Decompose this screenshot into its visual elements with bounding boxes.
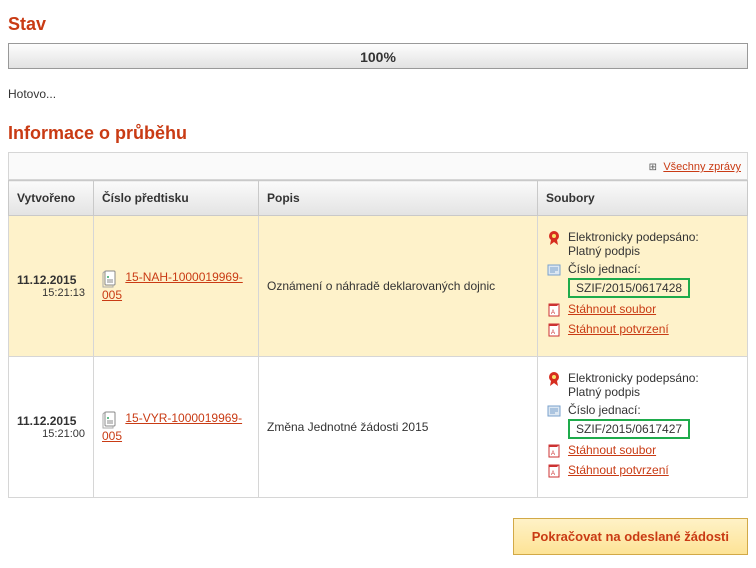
cell-number: 15-NAH-1000019969-005 bbox=[94, 216, 259, 357]
time-value: 15:21:00 bbox=[17, 428, 85, 440]
cell-files: Elektronicky podepsáno: Platný podpis Čí… bbox=[538, 216, 748, 357]
progress-bar: 100% bbox=[8, 43, 748, 69]
signed-status: Platný podpis bbox=[568, 385, 640, 399]
signed-status: Platný podpis bbox=[568, 244, 640, 258]
progress-label: 100% bbox=[9, 44, 747, 70]
pretisk-link[interactable]: 15-NAH-1000019969-005 bbox=[102, 270, 243, 302]
col-created: Vytvořeno bbox=[9, 181, 94, 216]
document-icon bbox=[102, 411, 118, 429]
document-icon bbox=[102, 270, 118, 288]
cell-created: 11.12.2015 15:21:13 bbox=[9, 216, 94, 357]
cell-number: 15-VYR-1000019969-005 bbox=[94, 357, 259, 498]
prubeh-heading: Informace o průběhu bbox=[8, 123, 748, 144]
continue-button[interactable]: Pokračovat na odeslané žádosti bbox=[513, 518, 748, 555]
download-confirm-link[interactable]: Stáhnout potvrzení bbox=[568, 463, 669, 477]
expand-icon: ⊞ bbox=[649, 162, 657, 173]
svg-text:A: A bbox=[551, 471, 555, 477]
pretisk-link[interactable]: 15-VYR-1000019969-005 bbox=[102, 411, 242, 443]
stav-heading: Stav bbox=[8, 14, 748, 35]
all-messages-link[interactable]: Všechny zprávy bbox=[663, 161, 741, 173]
svg-text:A: A bbox=[551, 310, 555, 316]
ref-value: SZIF/2015/0617428 bbox=[568, 278, 690, 298]
col-files: Soubory bbox=[538, 181, 748, 216]
signature-ribbon-icon bbox=[546, 230, 564, 246]
all-messages-bar: ⊞ Všechny zprávy bbox=[8, 152, 748, 180]
date-value: 11.12.2015 bbox=[17, 414, 76, 428]
pdf-icon: A bbox=[546, 322, 564, 338]
status-text: Hotovo... bbox=[8, 87, 748, 101]
table-row: 11.12.2015 15:21:13 15-NAH-1000019969-00… bbox=[9, 216, 748, 357]
process-table: Vytvořeno Číslo předtisku Popis Soubory … bbox=[8, 180, 748, 498]
table-header-row: Vytvořeno Číslo předtisku Popis Soubory bbox=[9, 181, 748, 216]
reference-icon bbox=[546, 262, 564, 278]
signed-block: Elektronicky podepsáno: Platný podpis bbox=[568, 230, 739, 258]
reference-icon bbox=[546, 403, 564, 419]
signed-label: Elektronicky podepsáno: bbox=[568, 371, 699, 385]
download-file-link[interactable]: Stáhnout soubor bbox=[568, 302, 656, 316]
cell-desc: Oznámení o náhradě deklarovaných dojnic bbox=[259, 216, 538, 357]
pdf-icon: A bbox=[546, 443, 564, 459]
cell-desc: Změna Jednotné žádosti 2015 bbox=[259, 357, 538, 498]
signed-label: Elektronicky podepsáno: bbox=[568, 230, 699, 244]
pdf-icon: A bbox=[546, 463, 564, 479]
download-confirm-link[interactable]: Stáhnout potvrzení bbox=[568, 322, 669, 336]
cell-created: 11.12.2015 15:21:00 bbox=[9, 357, 94, 498]
time-value: 15:21:13 bbox=[17, 287, 85, 299]
pdf-icon: A bbox=[546, 302, 564, 318]
signature-ribbon-icon bbox=[546, 371, 564, 387]
cell-files: Elektronicky podepsáno: Platný podpis Čí… bbox=[538, 357, 748, 498]
date-value: 11.12.2015 bbox=[17, 273, 76, 287]
table-row: 11.12.2015 15:21:00 15-VYR-1000019969-00… bbox=[9, 357, 748, 498]
ref-block: Číslo jednací: SZIF/2015/0617428 bbox=[568, 262, 739, 298]
svg-text:A: A bbox=[551, 330, 555, 336]
ref-label: Číslo jednací: bbox=[568, 262, 641, 276]
ref-label: Číslo jednací: bbox=[568, 403, 641, 417]
ref-value: SZIF/2015/0617427 bbox=[568, 419, 690, 439]
col-number: Číslo předtisku bbox=[94, 181, 259, 216]
ref-block: Číslo jednací: SZIF/2015/0617427 bbox=[568, 403, 739, 439]
download-file-link[interactable]: Stáhnout soubor bbox=[568, 443, 656, 457]
signed-block: Elektronicky podepsáno: Platný podpis bbox=[568, 371, 739, 399]
col-desc: Popis bbox=[259, 181, 538, 216]
svg-text:A: A bbox=[551, 451, 555, 457]
